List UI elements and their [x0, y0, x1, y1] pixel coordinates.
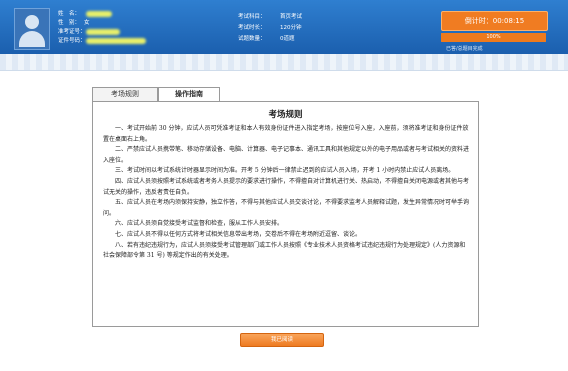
- candidate-name-row: 姓 名：: [58, 10, 146, 19]
- cert-label: 证件号码：: [58, 38, 86, 44]
- rule-paragraph: 三、考试时间以考试系统计时器显示时间为准。开考 5 分钟后一律禁止迟到的应试人员…: [115, 167, 455, 175]
- questions-label: 试题数量：: [238, 36, 266, 42]
- redacted-id: [86, 28, 120, 35]
- header-bar: 姓 名： 性 别：女 准考证号： 证件号码： 考试科目： 首页考试 考试时长： 12…: [0, 0, 568, 54]
- name-label: 姓 名：: [58, 11, 81, 17]
- questions-value: 0道题: [280, 36, 295, 42]
- rule-paragraph: 四、应试人员须按照考试系统或者考务人员提示的要求进行操作，不得擅自对计算机进行关…: [103, 177, 470, 196]
- rule-paragraph: 六、应试人员须自觉接受考试监督和检查，服从工作人员安排。: [115, 220, 284, 228]
- exam-info: 考试科目： 首页考试 考试时长： 120分钟 试题数量： 0道题: [238, 12, 302, 45]
- progress-text: 100%: [486, 34, 501, 40]
- duration-value: 120分钟: [280, 25, 302, 31]
- progress-hint: 已答/总题目完成: [446, 46, 483, 52]
- rule-paragraph: 五、应试人员在考场内须保持安静，独立作答，不得与其他应试人员交谈讨论，不得要求监…: [103, 199, 470, 217]
- rule-paragraph: 一、考试开始前 30 分钟，应试人员可凭准考证和本人有效身份证件进入指定考场，按…: [103, 125, 469, 143]
- header-decoration: [0, 54, 568, 71]
- exam-duration-row: 考试时长： 120分钟: [238, 23, 302, 34]
- rule-paragraph: 七、应试人员不得以任何方式将考试相关信息带出考场，交卷后不得在考场附近逗留、谈论…: [115, 230, 362, 238]
- rules-text: 一、考试开始前 30 分钟，应试人员可凭准考证和本人有效身份证件进入指定考场，按…: [103, 124, 470, 262]
- tab-exam-rules[interactable]: 考场规则: [92, 87, 158, 101]
- candidate-id-row: 准考证号：: [58, 28, 146, 37]
- rules-title: 考场规则: [268, 110, 303, 120]
- countdown-timer: 倒计时：00:08:15: [441, 11, 548, 31]
- exam-subject-row: 考试科目： 首页考试: [238, 12, 302, 23]
- candidate-gender-row: 性 别：女: [58, 19, 146, 28]
- confirm-read-button[interactable]: 我已阅读: [240, 333, 324, 347]
- avatar: [14, 8, 50, 50]
- rule-paragraph: 八、若有违纪违规行为，应试人员须接受考试管理部门或工作人员按照《专业技术人员资格…: [103, 241, 466, 260]
- duration-label: 考试时长：: [238, 25, 266, 31]
- timer-value: 00:08:15: [492, 17, 525, 25]
- rule-paragraph: 二、严禁应试人员携带笔、移动存储设备、电脑、计算器、电子记事本、通讯工具和其他规…: [103, 146, 470, 164]
- subject-value: 首页考试: [280, 14, 303, 20]
- answer-progress-bar: 100%: [441, 33, 546, 42]
- gender-label: 性 别：: [58, 20, 81, 26]
- redacted-name: [86, 10, 112, 17]
- id-label: 准考证号：: [58, 29, 86, 35]
- tab-operation-guide[interactable]: 操作指南: [158, 87, 220, 101]
- avatar-head-icon: [25, 15, 39, 29]
- gender-value: 女: [84, 20, 90, 26]
- subject-label: 考试科目：: [238, 14, 266, 20]
- candidate-cert-row: 证件号码：: [58, 37, 146, 46]
- timer-label: 倒计时：: [464, 17, 493, 25]
- rules-panel: 考场规则 一、考试开始前 30 分钟，应试人员可凭准考证和本人有效身份证件进入指…: [92, 101, 479, 327]
- exam-questions-row: 试题数量： 0道题: [238, 34, 302, 45]
- redacted-cert: [86, 37, 146, 44]
- candidate-info: 姓 名： 性 别：女 准考证号： 证件号码：: [58, 10, 146, 46]
- avatar-body-icon: [19, 31, 45, 47]
